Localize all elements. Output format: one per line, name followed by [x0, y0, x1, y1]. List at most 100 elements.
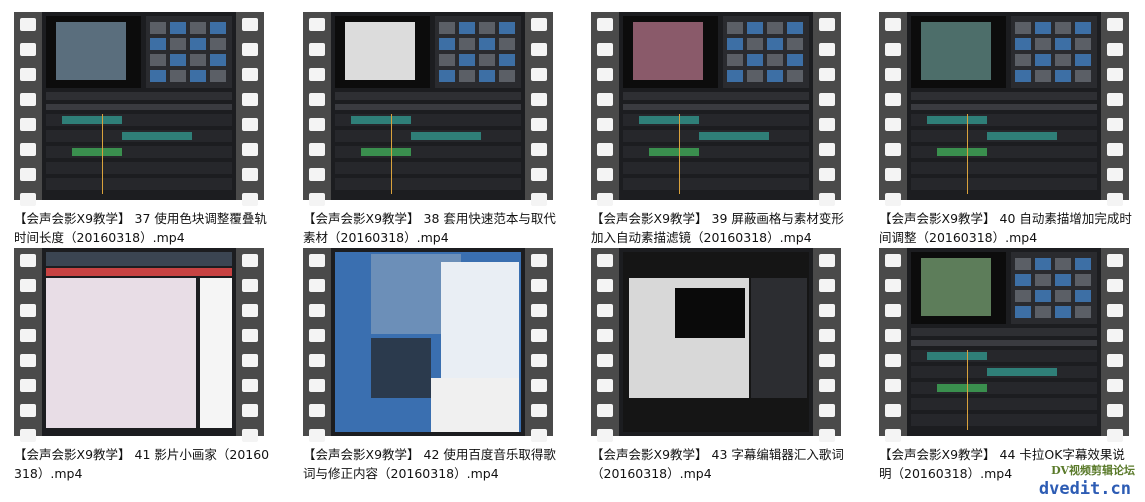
sprocket-hole: [819, 68, 835, 81]
film-strip-right: [525, 248, 553, 442]
video-thumbnail[interactable]: [14, 12, 264, 206]
sprocket-hole: [819, 43, 835, 56]
sprocket-hole: [531, 18, 547, 31]
sprocket-hole: [885, 379, 901, 392]
video-filename[interactable]: 【会声会影X9教学】 43 字幕编辑器汇入歌词（20160318）.mp4: [591, 445, 849, 483]
sprocket-hole: [597, 143, 613, 156]
sprocket-hole: [309, 429, 325, 442]
sprocket-hole: [309, 18, 325, 31]
sprocket-hole: [819, 354, 835, 367]
library-thumbnail: [1055, 306, 1071, 318]
library-thumbnail: [439, 22, 455, 34]
subtitle-editor-screen: [619, 248, 813, 436]
video-thumbnail[interactable]: [303, 248, 553, 442]
sprocket-hole: [597, 193, 613, 206]
playhead: [967, 114, 968, 194]
sprocket-hole: [1107, 193, 1123, 206]
film-strip-right: [1101, 12, 1129, 206]
video-file-item[interactable]: 【会声会影X9教学】 39 屏蔽画格与素材变形加入自动素描滤镜（20160318…: [591, 12, 851, 247]
library-thumbnail: [479, 54, 495, 66]
film-strip-left: [879, 248, 907, 442]
sprocket-hole: [819, 404, 835, 417]
library-thumbnail: [1055, 22, 1071, 34]
film-strip-left: [303, 12, 331, 206]
video-thumbnail[interactable]: [14, 248, 264, 442]
video-thumbnail[interactable]: [591, 248, 841, 442]
library-thumbnail: [499, 38, 515, 50]
timeline-clip: [72, 148, 122, 156]
video-filename[interactable]: 【会声会影X9教学】 40 自动素描增加完成时间调整（20160318）.mp4: [879, 209, 1137, 247]
sprocket-hole: [242, 93, 258, 106]
sprocket-hole: [242, 279, 258, 292]
sprocket-hole: [819, 118, 835, 131]
video-thumbnail[interactable]: [879, 248, 1129, 442]
library-thumbnail: [747, 54, 763, 66]
video-thumbnail[interactable]: [879, 12, 1129, 206]
video-filename[interactable]: 【会声会影X9教学】 41 影片小画家（20160318）.mp4: [14, 445, 272, 483]
library-thumbnail: [170, 22, 186, 34]
sprocket-hole: [597, 118, 613, 131]
video-file-item[interactable]: 【会声会影X9教学】 43 字幕编辑器汇入歌词（20160318）.mp4: [591, 248, 851, 483]
sprocket-hole: [242, 404, 258, 417]
sprocket-hole: [309, 354, 325, 367]
sprocket-hole: [597, 168, 613, 181]
thumbnail-column: [200, 278, 232, 428]
video-filename[interactable]: 【会声会影X9教学】 39 屏蔽画格与素材变形加入自动素描滤镜（20160318…: [591, 209, 849, 247]
video-filename[interactable]: 【会声会影X9教学】 37 使用色块调整覆叠轨时间长度（20160318）.mp…: [14, 209, 272, 247]
sprocket-hole: [531, 93, 547, 106]
sprocket-hole: [1107, 43, 1123, 56]
library-thumbnail: [1075, 306, 1091, 318]
video-file-item[interactable]: 【会声会影X9教学】 38 套用快速范本与取代素材（20160318）.mp4: [303, 12, 563, 247]
library-thumbnail: [727, 70, 743, 82]
forum-watermark: DV视频剪辑论坛: [1051, 464, 1135, 477]
painter-screen: [42, 248, 236, 436]
video-filename[interactable]: 【会声会影X9教学】 42 使用百度音乐取得歌词与修正内容（20160318）.…: [303, 445, 561, 483]
film-strip-right: [525, 12, 553, 206]
sprocket-hole: [309, 68, 325, 81]
video-file-item[interactable]: 【会声会影X9教学】 37 使用色块调整覆叠轨时间长度（20160318）.mp…: [14, 12, 274, 247]
library-thumbnail: [459, 54, 475, 66]
file-list-window: [431, 378, 519, 432]
library-thumbnail: [1055, 38, 1071, 50]
sprocket-hole: [885, 43, 901, 56]
sprocket-hole: [531, 68, 547, 81]
subtitle-preview: [675, 288, 745, 338]
sprocket-hole: [20, 404, 36, 417]
sprocket-hole: [20, 193, 36, 206]
library-thumbnail: [210, 22, 226, 34]
sprocket-hole: [309, 404, 325, 417]
sprocket-hole: [531, 43, 547, 56]
library-thumbnail: [747, 70, 763, 82]
film-strip-left: [14, 12, 42, 206]
timeline-track: [911, 414, 1097, 426]
sprocket-hole: [1107, 143, 1123, 156]
video-thumbnail[interactable]: [303, 12, 553, 206]
sprocket-hole: [242, 68, 258, 81]
video-file-item[interactable]: 【会声会影X9教学】 44 卡拉OK字幕效果说明（20160318）.mp4: [879, 248, 1139, 483]
video-file-item[interactable]: 【会声会影X9教学】 42 使用百度音乐取得歌词与修正内容（20160318）.…: [303, 248, 563, 483]
sprocket-hole: [242, 118, 258, 131]
library-thumbnail: [727, 22, 743, 34]
library-thumbnail: [1035, 22, 1051, 34]
library-thumbnail: [479, 22, 495, 34]
film-strip-left: [591, 12, 619, 206]
library-thumbnail: [499, 22, 515, 34]
options-panel: [751, 278, 807, 398]
sprocket-hole: [531, 168, 547, 181]
library-thumbnail: [439, 70, 455, 82]
library-thumbnail: [1075, 54, 1091, 66]
video-filename[interactable]: 【会声会影X9教学】 38 套用快速范本与取代素材（20160318）.mp4: [303, 209, 561, 247]
preview-image: [921, 22, 991, 80]
timeline-track: [335, 162, 521, 174]
sprocket-hole: [531, 118, 547, 131]
sprocket-hole: [242, 193, 258, 206]
video-file-item[interactable]: 【会声会影X9教学】 41 影片小画家（20160318）.mp4: [14, 248, 274, 483]
video-file-item[interactable]: 【会声会影X9教学】 40 自动素描增加完成时间调整（20160318）.mp4: [879, 12, 1139, 247]
sprocket-hole: [20, 429, 36, 442]
library-thumbnail: [1015, 258, 1031, 270]
playhead: [102, 114, 103, 194]
library-thumbnail: [150, 70, 166, 82]
sprocket-hole: [20, 279, 36, 292]
video-thumbnail[interactable]: [591, 12, 841, 206]
sprocket-hole: [242, 329, 258, 342]
